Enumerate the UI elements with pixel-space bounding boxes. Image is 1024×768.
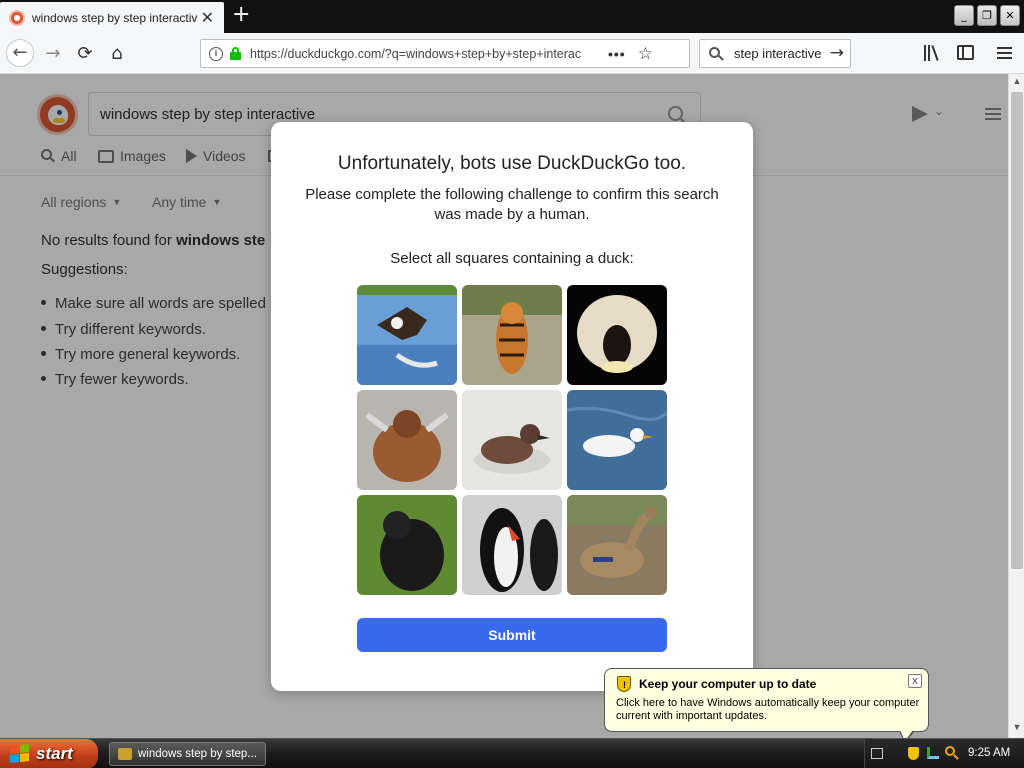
browser-search-text[interactable]: step interactive — [734, 46, 821, 61]
back-arrow-icon[interactable]: ← — [6, 39, 34, 67]
tiger-image — [462, 285, 562, 385]
monkey-image — [567, 285, 667, 385]
taskbar-window-button[interactable]: windows step by step... — [109, 742, 266, 766]
library-icon[interactable] — [924, 45, 942, 61]
scroll-down-arrow-icon[interactable]: ▼ — [1011, 722, 1023, 736]
submit-button[interactable]: Submit — [357, 618, 667, 652]
tab-close-icon[interactable]: ✕ — [201, 8, 214, 28]
security-shield-icon: ! — [617, 676, 631, 692]
info-icon[interactable]: i — [209, 46, 223, 61]
balloon-close-button[interactable]: x — [908, 674, 922, 688]
tile-tiger[interactable] — [462, 285, 562, 385]
shield-glyph: ! — [623, 680, 626, 690]
reload-icon[interactable]: ⟳ — [72, 41, 98, 67]
tile-brown-duck[interactable] — [462, 390, 562, 490]
tile-eagle[interactable] — [357, 285, 457, 385]
bot-challenge-modal: Unfortunately, bots use DuckDuckGo too. … — [271, 122, 753, 691]
window-minimize-button[interactable]: _ — [954, 5, 974, 26]
new-tab-button[interactable]: + — [232, 3, 250, 27]
duckduckgo-favicon-icon — [9, 9, 25, 26]
tile-gorilla[interactable] — [357, 495, 457, 595]
modal-title: Unfortunately, bots use DuckDuckGo too. — [337, 153, 687, 174]
scroll-thumb[interactable] — [1011, 92, 1023, 569]
window-restore-button[interactable]: ❐ — [977, 5, 997, 26]
image-grid — [357, 285, 667, 595]
keyboard-icon[interactable] — [871, 748, 883, 759]
network-icon[interactable] — [927, 747, 939, 759]
gorilla-image — [357, 495, 457, 595]
penguins-image — [462, 495, 562, 595]
mallard-duck-image — [567, 495, 667, 595]
vertical-scrollbar[interactable]: ▲ ▼ — [1008, 74, 1024, 738]
taskbar-window-label: windows step by step... — [138, 748, 257, 760]
lock-icon — [230, 47, 241, 60]
navigation-toolbar: ← → ⟳ ⌂ i https://duckduckgo.com/?q=wind… — [0, 33, 1024, 74]
windows-flag-icon — [10, 744, 30, 764]
url-text[interactable]: https://duckduckgo.com/?q=windows+step+b… — [250, 47, 602, 61]
system-tray: 9:25 AM — [864, 739, 1024, 768]
tile-monkey[interactable] — [567, 285, 667, 385]
white-duck-image — [567, 390, 667, 490]
search-icon[interactable] — [945, 746, 959, 760]
start-button[interactable]: start — [0, 739, 98, 768]
challenge-prompt: Select all squares containing a duck: — [390, 250, 634, 267]
firefox-window-icon — [118, 748, 132, 760]
sidebar-icon[interactable] — [957, 45, 974, 60]
taskbar: start windows step by step... 9:25 AM — [0, 738, 1024, 768]
windows-update-balloon[interactable]: ! Keep your computer up to date x Click … — [604, 668, 929, 743]
browser-search-box[interactable]: step interactive → — [699, 39, 851, 68]
clock: 9:25 AM — [968, 747, 1011, 759]
search-icon — [709, 46, 724, 61]
search-go-arrow-icon[interactable]: → — [830, 43, 844, 63]
hamburger-menu-icon[interactable] — [997, 47, 1012, 59]
window-close-button[interactable]: ✕ — [1000, 5, 1020, 26]
security-shield-icon[interactable] — [908, 747, 919, 760]
tile-orangutan[interactable] — [357, 390, 457, 490]
scroll-up-arrow-icon[interactable]: ▲ — [1011, 76, 1023, 90]
balloon-message[interactable]: Click here to have Windows automatically… — [616, 697, 921, 723]
modal-subtitle: Please complete the following challenge … — [305, 186, 719, 223]
tile-penguins[interactable] — [462, 495, 562, 595]
start-label: start — [36, 744, 73, 763]
orangutan-image — [357, 390, 457, 490]
brown-duck-image — [462, 390, 562, 490]
tile-white-duck[interactable] — [567, 390, 667, 490]
url-bar[interactable]: i https://duckduckgo.com/?q=windows+step… — [200, 39, 690, 68]
home-icon[interactable]: ⌂ — [104, 41, 130, 67]
eagle-image — [357, 285, 457, 385]
balloon-title: Keep your computer up to date — [639, 677, 817, 691]
bookmark-star-icon[interactable]: ☆ — [638, 44, 653, 64]
tab-title: windows step by step interactive a — [32, 10, 198, 25]
forward-arrow-icon[interactable]: → — [40, 41, 66, 67]
tile-mallard-duck[interactable] — [567, 495, 667, 595]
page-actions-icon[interactable]: ••• — [608, 46, 626, 62]
tab-strip: windows step by step interactive a ✕ + _… — [0, 0, 1024, 33]
browser-tab[interactable]: windows step by step interactive a ✕ — [0, 2, 224, 33]
